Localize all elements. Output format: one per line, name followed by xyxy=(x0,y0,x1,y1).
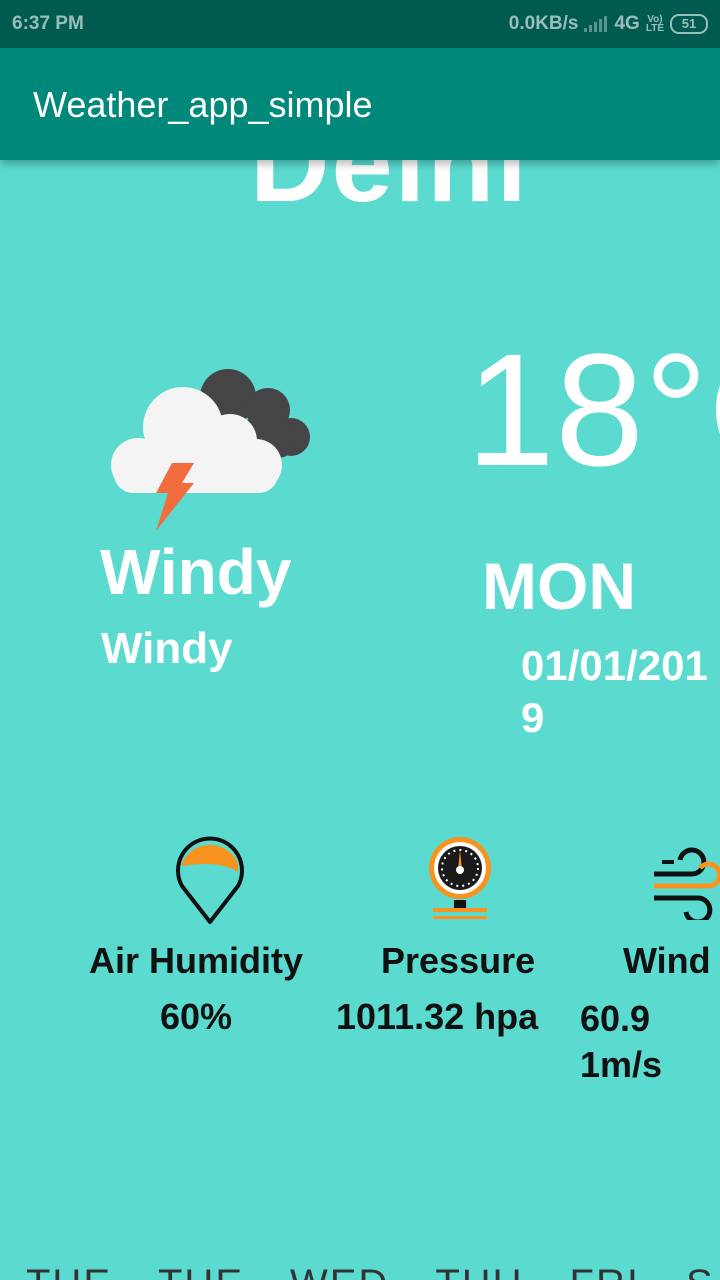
date: 01/01/2019 xyxy=(521,642,708,741)
humidity-value: 60% xyxy=(160,996,233,1037)
battery-level: 51 xyxy=(681,16,697,31)
volte-bottom: LTE xyxy=(645,23,664,34)
condition-description: Windy xyxy=(101,624,233,673)
network-type: 4G xyxy=(614,13,640,34)
condition-main: Windy xyxy=(100,536,292,608)
network-speed: 0.0KB/s xyxy=(508,13,579,34)
app-bar: Weather_app_simple xyxy=(0,48,720,160)
humidity-label: Air Humidity xyxy=(89,940,304,981)
forecast-day[interactable]: TUE xyxy=(158,1262,244,1280)
wind-value: 60.91m/s xyxy=(580,998,663,1085)
status-time: 6:37 PM xyxy=(12,13,84,34)
wind-label: Wind xyxy=(623,940,711,981)
humidity-pin-icon xyxy=(174,834,246,931)
status-bar: 6:37 PM 0.0KB/s 4G Vo) LTE 51 xyxy=(0,0,720,48)
pressure-value: 1011.32 hpa xyxy=(336,996,539,1037)
forecast-day[interactable]: THU xyxy=(435,1262,523,1280)
signal-icon xyxy=(584,16,608,32)
temperature: 18°C xyxy=(466,320,720,499)
day-of-week: MON xyxy=(482,549,636,623)
forecast-day[interactable]: TUE xyxy=(26,1262,112,1280)
weather-screen: 6:37 PM 0.0KB/s 4G Vo) LTE 51 Weather_ap… xyxy=(0,0,720,1280)
forecast-day[interactable]: WED xyxy=(290,1262,389,1280)
pressure-gauge-icon xyxy=(427,836,493,931)
pressure-label: Pressure xyxy=(381,940,536,981)
forecast-day[interactable]: FRI xyxy=(570,1262,640,1280)
forecast-days-row: TUE TUE WED THU FRI SAT xyxy=(26,1262,720,1280)
wind-icon xyxy=(652,846,720,925)
volte-icon: Vo) LTE xyxy=(645,15,664,34)
forecast-day[interactable]: SAT xyxy=(686,1262,720,1280)
thunderstorm-cloud-icon xyxy=(108,365,313,535)
battery-icon: 51 xyxy=(670,14,708,34)
status-indicators: 0.0KB/s 4G Vo) LTE 51 xyxy=(509,13,708,35)
app-title: Weather_app_simple xyxy=(33,84,373,125)
